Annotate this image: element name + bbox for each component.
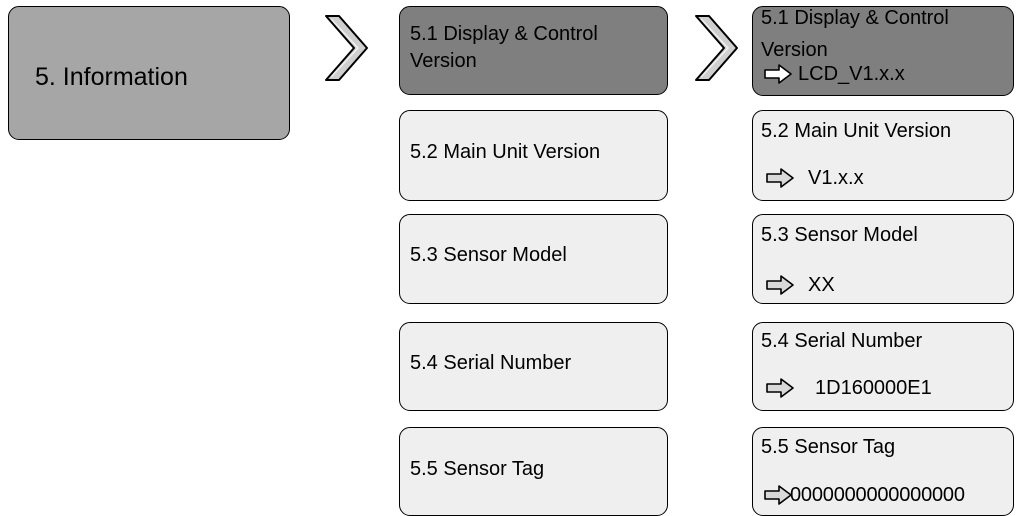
submenu-item-sensor-tag[interactable]: 5.5 Sensor Tag bbox=[399, 427, 668, 516]
detail-sensor-model: 5.3 Sensor Model XX bbox=[752, 214, 1014, 304]
detail-value: 0000000000000000 bbox=[790, 484, 965, 506]
detail-value: LCD_V1.x.x bbox=[798, 63, 905, 85]
detail-sensor-tag: 5.5 Sensor Tag 0000000000000000 bbox=[752, 427, 1014, 516]
detail-serial-number: 5.4 Serial Number 1D160000E1 bbox=[752, 322, 1014, 411]
detail-label: 5.5 Sensor Tag bbox=[761, 436, 896, 458]
detail-display-control-version: 5.1 Display & Control Version LCD_V1.x.x bbox=[752, 6, 1014, 96]
arrow-right-outline-icon bbox=[766, 275, 794, 295]
arrow-right-outline-icon bbox=[766, 378, 794, 398]
menu-item-information-label: 5. Information bbox=[35, 63, 188, 91]
submenu-item-main-unit-version[interactable]: 5.2 Main Unit Version bbox=[399, 110, 668, 201]
chevron-right-icon bbox=[695, 15, 738, 81]
detail-value: XX bbox=[808, 274, 835, 296]
submenu-item-label: 5.4 Serial Number bbox=[410, 352, 572, 374]
detail-label: 5.1 Display & Control bbox=[761, 7, 949, 29]
arrow-right-outline-icon bbox=[766, 168, 794, 188]
submenu-item-serial-number[interactable]: 5.4 Serial Number bbox=[399, 322, 668, 411]
detail-label: 5.4 Serial Number bbox=[761, 330, 923, 352]
menu-item-information[interactable]: 5. Information bbox=[8, 6, 290, 140]
detail-value: 1D160000E1 bbox=[815, 377, 932, 399]
arrow-right-outline-icon bbox=[764, 64, 792, 84]
detail-main-unit-version: 5.2 Main Unit Version V1.x.x bbox=[752, 110, 1014, 201]
detail-value: V1.x.x bbox=[808, 167, 864, 189]
submenu-item-display-control-version[interactable]: 5.1 Display & Control Version bbox=[399, 6, 668, 95]
submenu-item-label: 5.2 Main Unit Version bbox=[410, 141, 601, 163]
submenu-item-label: 5.3 Sensor Model bbox=[410, 244, 567, 266]
chevron-right-icon bbox=[325, 15, 368, 81]
detail-label: Version bbox=[761, 39, 828, 61]
submenu-item-label: Version bbox=[410, 50, 477, 72]
submenu-item-label: 5.1 Display & Control bbox=[410, 23, 598, 45]
detail-label: 5.3 Sensor Model bbox=[761, 224, 918, 246]
submenu-item-sensor-model[interactable]: 5.3 Sensor Model bbox=[399, 214, 668, 304]
arrow-right-outline-icon bbox=[764, 485, 792, 505]
submenu-item-label: 5.5 Sensor Tag bbox=[410, 458, 545, 480]
detail-label: 5.2 Main Unit Version bbox=[761, 120, 952, 142]
